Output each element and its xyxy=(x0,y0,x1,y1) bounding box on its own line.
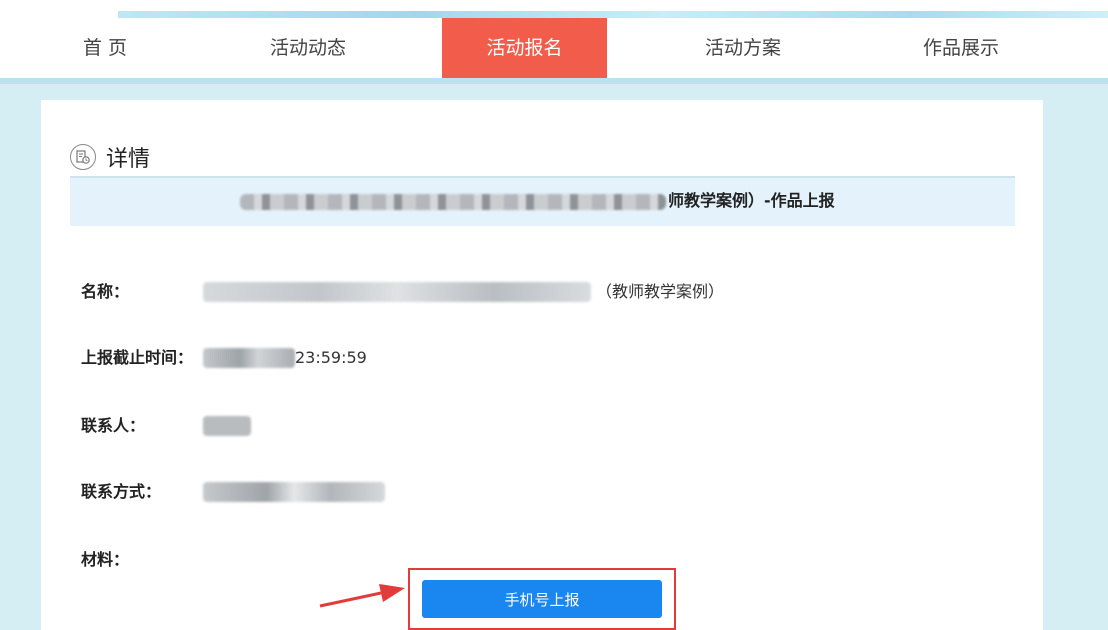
field-phone: 联系方式： xyxy=(81,480,981,504)
redacted-date xyxy=(203,348,295,368)
main-nav: 首 页 活动动态 活动报名 活动方案 作品展示 xyxy=(0,18,1108,78)
nav-item-works-display[interactable]: 作品展示 xyxy=(878,18,1044,78)
pointer-arrow-icon xyxy=(319,584,405,608)
redacted-contact xyxy=(203,416,251,436)
redacted-phone xyxy=(203,482,385,502)
material-label: 材料： xyxy=(81,550,130,569)
document-clock-icon xyxy=(70,144,96,170)
field-material: 材料： xyxy=(81,548,281,572)
nav-item-home[interactable]: 首 页 xyxy=(22,18,188,78)
phone-submit-button[interactable]: 手机号上报 xyxy=(422,580,662,618)
field-name: 名称： （教师教学案例） xyxy=(81,280,981,304)
band-divider xyxy=(0,78,1108,84)
deadline-label: 上报截止时间： xyxy=(81,348,194,367)
nav-item-registration[interactable]: 活动报名 xyxy=(442,18,607,78)
deadline-time: 23:59:59 xyxy=(295,348,367,367)
detail-card: 详情 师教学案例）-作品上报 名称： （教师教学案例） 上报截止时间： 23:5… xyxy=(41,100,1043,630)
nav-item-activity-plan[interactable]: 活动方案 xyxy=(660,18,826,78)
activity-title-bar: 师教学案例）-作品上报 xyxy=(70,176,1015,226)
decoration-bar xyxy=(118,11,1108,18)
field-contact: 联系人： xyxy=(81,414,981,438)
detail-heading: 详情 xyxy=(106,147,151,172)
detail-header: 详情 xyxy=(70,140,150,174)
name-label: 名称： xyxy=(81,282,130,301)
top-decoration xyxy=(0,0,1108,18)
contact-label: 联系人： xyxy=(81,416,146,435)
redacted-title xyxy=(240,194,666,210)
redacted-name xyxy=(203,282,591,302)
name-suffix: （教师教学案例） xyxy=(596,282,725,301)
field-deadline: 上报截止时间： 23:59:59 xyxy=(81,346,981,370)
phone-label: 联系方式： xyxy=(81,482,162,501)
nav-item-activity-news[interactable]: 活动动态 xyxy=(225,18,391,78)
activity-title-suffix: 师教学案例）-作品上报 xyxy=(668,191,835,210)
